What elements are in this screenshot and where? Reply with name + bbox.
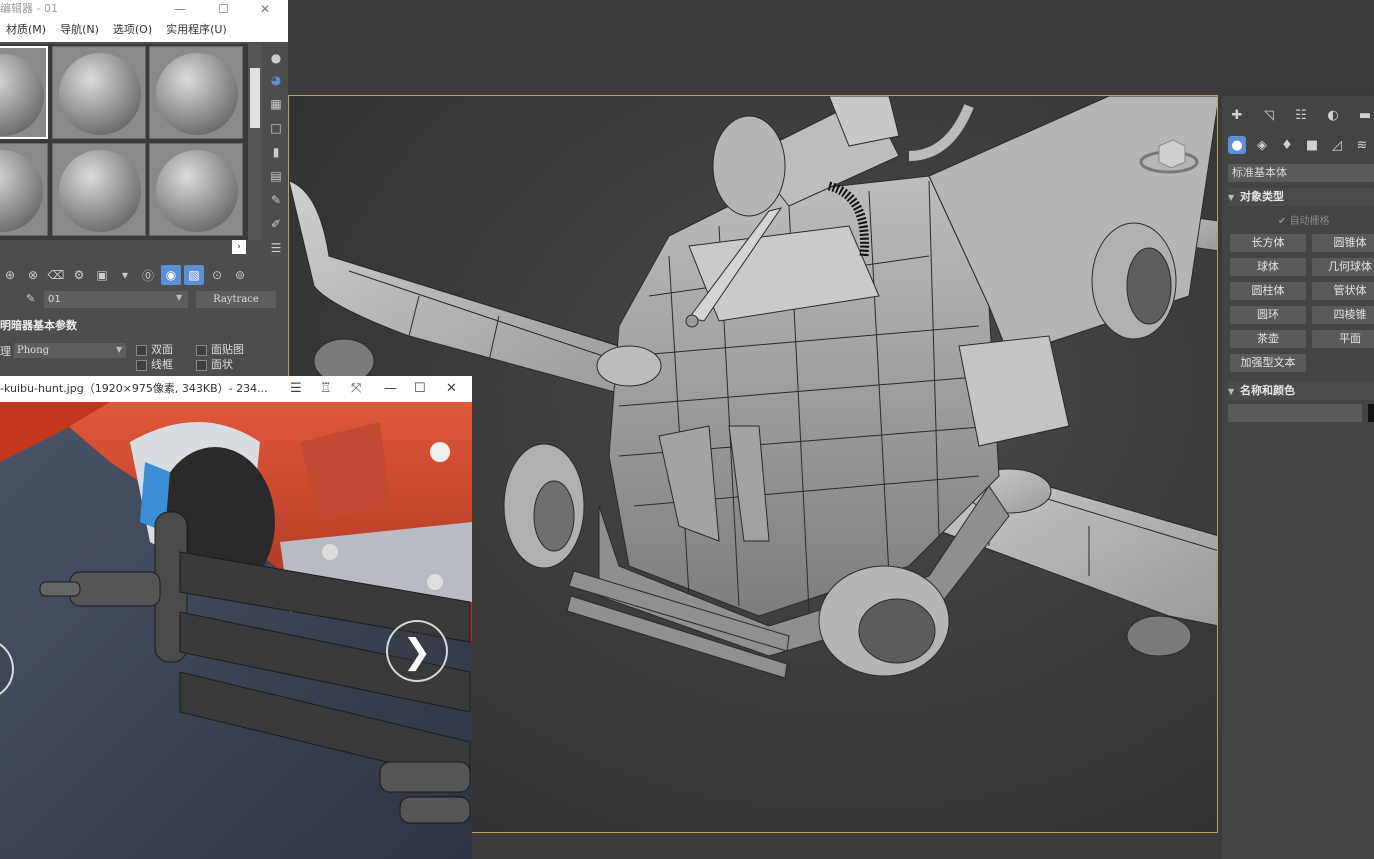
shader-label: 理 — [0, 345, 11, 358]
material-editor-menubar: 材质(M) 导航(N) 选项(O) 实用程序(U) — [0, 18, 288, 42]
shader-type-dropdown[interactable]: Phong — [14, 343, 126, 358]
save-icon[interactable]: ▾ — [115, 265, 135, 285]
pyramid-button[interactable]: 四棱锥 — [1312, 306, 1374, 324]
sample-slots-scrollbar[interactable] — [248, 44, 262, 240]
command-panel-tabs: ✚ ◹ ☷ ◐ ▬ — [1222, 106, 1374, 124]
sample-slot-6[interactable] — [149, 143, 243, 236]
material-name-row: ✎ 01 ▼ Raytrace — [0, 290, 288, 310]
motion-tab-icon[interactable]: ◐ — [1324, 106, 1342, 124]
show-end-result-icon[interactable]: ▧ — [184, 265, 204, 285]
minimize-icon[interactable]: — — [384, 376, 397, 402]
menu-utilities[interactable]: 实用程序(U) — [166, 18, 227, 42]
faceted-checkbox[interactable]: 面状 — [196, 356, 233, 372]
modify-tab-icon[interactable]: ◹ — [1260, 106, 1278, 124]
reset-map-icon[interactable]: ⌫ — [46, 265, 66, 285]
sample-slot-5[interactable] — [52, 143, 146, 236]
cameras-icon[interactable]: ■ — [1303, 136, 1321, 154]
material-editor-titlebar: 编辑器 - 01 — ☐ ✕ — [0, 0, 288, 18]
minimize-icon[interactable]: — — [174, 0, 186, 18]
viewcube[interactable] — [1139, 136, 1199, 176]
object-color-swatch[interactable] — [1368, 404, 1374, 422]
lights-icon[interactable]: ♦ — [1278, 136, 1296, 154]
material-type-button[interactable]: Raytrace — [196, 291, 276, 308]
name-color-rollout[interactable]: ▼ 名称和颜色 — [1228, 382, 1374, 400]
dropdown-arrow-icon[interactable]: ▼ — [176, 293, 182, 302]
autogrid-checkbox[interactable]: ✔ 自动栅格 — [1278, 212, 1330, 227]
options-icon[interactable]: ✎ — [268, 192, 284, 208]
sample-slot-3[interactable] — [149, 46, 243, 139]
primitive-category-dropdown[interactable]: 标准基本体 — [1228, 164, 1374, 182]
material-side-toolbar: ● ◕ ▦ □ ▮ ▤ ✎ ✐ ☰ — [264, 44, 288, 256]
uv-tiling-icon[interactable]: □ — [268, 120, 284, 136]
go-forward-icon[interactable]: ⊚ — [230, 265, 250, 285]
sample-slot-1[interactable] — [0, 46, 48, 139]
two-sided-checkbox[interactable]: 双面 — [136, 341, 173, 357]
material-name-input[interactable]: 01 — [44, 291, 188, 308]
create-category-row: ● ◈ ♦ ■ ◿ ≋ — [1222, 136, 1374, 154]
box-button[interactable]: 长方体 — [1230, 234, 1306, 252]
sample-slot-2[interactable] — [52, 46, 146, 139]
preview-icon[interactable]: ▤ — [268, 168, 284, 184]
put-to-library-icon[interactable]: ▣ — [92, 265, 112, 285]
spacewarps-icon[interactable]: ≋ — [1353, 136, 1371, 154]
background-icon[interactable]: ▦ — [268, 96, 284, 112]
put-to-scene-icon[interactable]: ⊗ — [23, 265, 43, 285]
material-editor-toolbar: ⊕ ⊗ ⌫ ⚙ ▣ ▾ ⓪ ◉ ▧ ⊙ ⊚ — [0, 262, 288, 288]
sample-slot-4[interactable] — [0, 143, 48, 236]
menu-material[interactable]: 材质(M) — [6, 18, 46, 42]
backlight-icon[interactable]: ◕ — [268, 72, 284, 88]
eyedropper-icon[interactable]: ✎ — [26, 292, 35, 305]
textplus-button[interactable]: 加强型文本 — [1230, 354, 1306, 372]
dropdown-arrow-icon[interactable]: ▼ — [116, 345, 122, 354]
close-icon[interactable]: ✕ — [446, 376, 457, 402]
fullscreen-icon[interactable]: ⤧ — [351, 376, 361, 402]
next-slots-arrow-icon[interactable]: › — [232, 240, 246, 254]
select-by-material-icon[interactable]: ✐ — [268, 216, 284, 232]
tube-button[interactable]: 管状体 — [1312, 282, 1374, 300]
material-id-icon[interactable]: ⓪ — [138, 265, 158, 285]
hierarchy-tab-icon[interactable]: ☷ — [1292, 106, 1310, 124]
menu-options[interactable]: 选项(O) — [113, 18, 152, 42]
geometry-icon[interactable]: ● — [1228, 136, 1246, 154]
command-panel: ✚ ◹ ☷ ◐ ▬ ● ◈ ♦ ■ ◿ ≋ 标准基本体 ▼ 对象类型 ✔ 自动栅格… — [1222, 96, 1374, 859]
torus-button[interactable]: 圆环 — [1230, 306, 1306, 324]
wire-checkbox[interactable]: 线框 — [136, 356, 173, 372]
sphere-button[interactable]: 球体 — [1230, 258, 1306, 276]
menu-icon[interactable]: ☰ — [290, 376, 302, 402]
shader-options: 理 Phong ▼ 双面 面贴图 线框 面状 — [0, 340, 288, 376]
maximize-icon[interactable]: ☐ — [414, 376, 426, 402]
cylinder-button[interactable]: 圆柱体 — [1230, 282, 1306, 300]
get-material-icon[interactable]: ⊕ — [0, 265, 20, 285]
image-viewer-window: -kuibu-hunt.jpg（1920×975像素, 343KB）- 234.… — [0, 376, 472, 859]
collapse-arrow-icon: ▼ — [1228, 387, 1235, 396]
helpers-icon[interactable]: ◿ — [1328, 136, 1346, 154]
object-name-input[interactable] — [1228, 404, 1362, 422]
teapot-button[interactable]: 茶壶 — [1230, 330, 1306, 348]
face-map-checkbox[interactable]: 面贴图 — [196, 341, 244, 357]
material-map-navigator-icon[interactable]: ☰ — [268, 240, 284, 256]
collapse-arrow-icon: ▼ — [1228, 193, 1235, 202]
menu-navigation[interactable]: 导航(N) — [60, 18, 99, 42]
geosphere-button[interactable]: 几何球体 — [1312, 258, 1374, 276]
image-viewer-titlebar: -kuibu-hunt.jpg（1920×975像素, 343KB）- 234.… — [0, 376, 472, 402]
go-to-parent-icon[interactable]: ⊙ — [207, 265, 227, 285]
close-icon[interactable]: ✕ — [260, 0, 270, 18]
maximize-icon[interactable]: ☐ — [218, 0, 229, 18]
shader-basic-parameters-rollout[interactable]: 明暗器基本参数 — [0, 318, 280, 334]
video-color-icon[interactable]: ▮ — [268, 144, 284, 160]
cone-button[interactable]: 圆锥体 — [1312, 234, 1374, 252]
create-tab-icon[interactable]: ✚ — [1228, 106, 1246, 124]
show-in-viewport-icon[interactable]: ◉ — [161, 265, 181, 285]
make-unique-icon[interactable]: ⚙ — [69, 265, 89, 285]
material-editor-window: 编辑器 - 01 — ☐ ✕ 材质(M) 导航(N) 选项(O) 实用程序(U)… — [0, 0, 288, 378]
skin-icon[interactable]: ♖ — [320, 376, 332, 402]
next-image-button[interactable]: ❯ — [386, 620, 448, 682]
sample-slots — [0, 44, 248, 240]
sample-type-icon[interactable]: ● — [268, 50, 284, 66]
plane-button[interactable]: 平面 — [1312, 330, 1374, 348]
display-tab-icon[interactable]: ▬ — [1356, 106, 1374, 124]
shapes-icon[interactable]: ◈ — [1253, 136, 1271, 154]
object-type-rollout[interactable]: ▼ 对象类型 — [1228, 188, 1374, 206]
viewport-top-area — [288, 0, 1374, 95]
